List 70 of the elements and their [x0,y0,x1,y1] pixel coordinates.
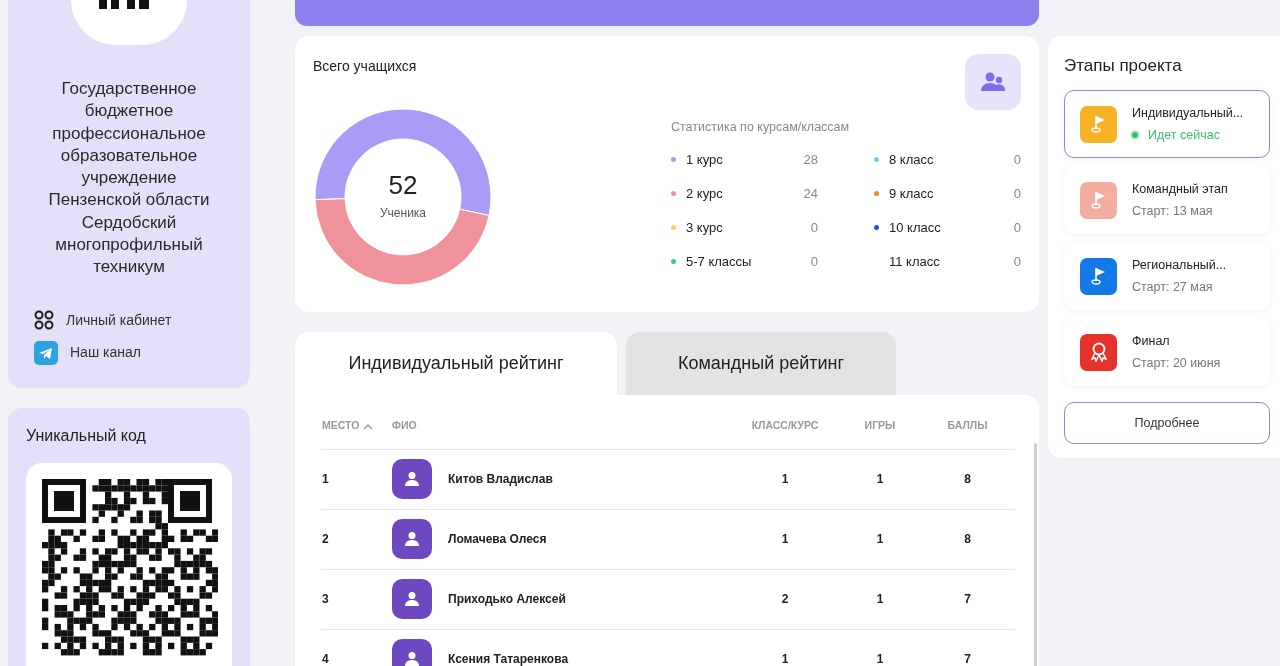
group-button[interactable] [965,54,1021,110]
scrollbar[interactable] [1034,443,1037,666]
legend-count: 28 [803,151,818,169]
table-cell: 2 [781,592,789,606]
stage-date: Старт: 20 июня [1132,354,1221,372]
status-dot [1132,132,1138,139]
avatar-icon [392,459,432,499]
total-label: Ученика [379,205,427,222]
stage-card[interactable]: Индивидуальный... Идет сейчас [1064,90,1270,159]
legend-label: 2 курс [686,185,723,203]
stage-card[interactable]: Командный этап Старт: 13 мая [1064,166,1270,235]
total-count: 52 [388,172,418,198]
legend-count: 0 [1013,151,1021,169]
stage-date: Старт: 27 мая [1132,278,1214,296]
table-cell: 1 [876,652,884,666]
legend-count: 24 [803,185,818,203]
legend-count: 0 [1013,219,1021,237]
legend-count: 0 [810,219,818,237]
stage-title: Региональный... [1132,257,1227,275]
stats-title: Статистика по курсам/классам [671,119,851,136]
table-cell: 4 [322,652,329,666]
legend-label: 8 класс [889,151,934,169]
avatar-icon [392,519,432,559]
legend-count: 0 [1013,185,1021,203]
account-link[interactable]: Личный кабинет [26,304,232,336]
legend-label: 3 курс [686,219,723,237]
grid-icon [34,310,54,331]
sort-icon[interactable] [363,422,374,430]
table-cell: 1 [781,472,789,486]
card-title: Этапы проекта [1064,56,1183,77]
stage-date: Старт: 13 мая [1132,202,1214,220]
legend-label: 5-7 классы [686,253,752,271]
organization-name: Государственное бюджетное профессиональное образовательное учреждение Пензенской области Сердобский многопрофильный техникум [47,78,211,279]
stage-status: Идет сейчас [1148,126,1220,144]
stage-title: Финал [1132,333,1171,351]
table-cell: 7 [964,592,971,606]
legend-label: 10 класс [889,219,941,237]
legend-count: 0 [810,253,818,271]
legend-label: 1 курс [686,151,723,169]
student-name: Китов Владислав [448,471,553,488]
student-name: Приходько Алексей [448,591,566,608]
table-cell: 7 [964,652,971,666]
paper-plane-icon [34,340,58,365]
table-cell: 1 [322,472,329,486]
legend-label: 11 класс [889,253,940,271]
table-cell: 8 [964,472,971,486]
channel-link[interactable]: Наш канал [26,335,232,370]
avatar-icon [392,579,432,619]
stage-card[interactable]: Региональный... Старт: 27 мая [1064,242,1270,311]
rating-tab[interactable]: Командный рейтинг [626,332,896,395]
users-icon [980,72,1006,92]
table-cell: 3 [322,592,329,606]
table-cell: 1 [781,532,789,546]
stage-title: Командный этап [1132,181,1228,199]
details-button[interactable]: Подробнее [1064,402,1270,445]
stage-title: Индивидуальный... [1132,105,1244,123]
student-name: Ломачева Олеся [448,531,547,548]
stage-card[interactable]: Финал Старт: 20 июня [1064,318,1270,387]
student-name: Ксения Татаренкова [448,651,569,666]
legend-label: 9 класс [889,185,934,203]
table-cell: 1 [876,592,884,606]
rating-tab[interactable]: Индивидуальный рейтинг [295,332,617,395]
table-cell: 2 [322,532,329,546]
card-title: Уникальный код [26,425,147,445]
table-cell: 1 [781,652,789,666]
table-cell: 1 [876,472,884,486]
card-title: Всего учащихся [313,57,418,76]
legend-count: 0 [1013,253,1021,271]
table-cell: 1 [876,532,884,546]
table-cell: 8 [964,532,971,546]
